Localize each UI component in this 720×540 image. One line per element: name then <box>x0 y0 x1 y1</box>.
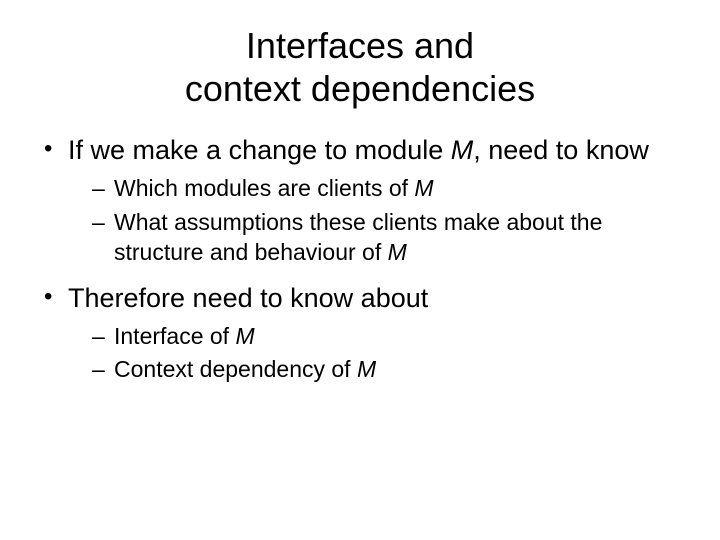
sub-item: Which modules are clients of M <box>68 174 680 204</box>
slide: Interfaces and context dependencies If w… <box>0 0 720 540</box>
sub-list: Which modules are clients of M What assu… <box>68 174 680 268</box>
bullet-item: Therefore need to know about Interface o… <box>40 282 680 386</box>
text-fragment: Which modules are clients of <box>114 175 414 201</box>
bullet-item: If we make a change to module M, need to… <box>40 134 680 267</box>
slide-title: Interfaces and context dependencies <box>40 24 680 110</box>
bullet-text: Therefore need to know about <box>68 283 428 313</box>
bullet-list: If we make a change to module M, need to… <box>40 134 680 385</box>
text-italic: M <box>357 356 376 382</box>
title-line-1: Interfaces and <box>246 25 474 66</box>
title-line-2: context dependencies <box>185 68 535 109</box>
sub-item: What assumptions these clients make abou… <box>68 208 680 268</box>
sub-list: Interface of M Context dependency of M <box>68 322 680 386</box>
text-italic: M <box>235 323 254 349</box>
bullet-text: If we make a change to module M, need to… <box>68 135 649 165</box>
text-italic: M <box>414 175 433 201</box>
sub-item: Context dependency of M <box>68 355 680 385</box>
text-italic: M <box>451 135 474 165</box>
text-fragment: If we make a change to module <box>68 135 451 165</box>
sub-item: Interface of M <box>68 322 680 352</box>
text-fragment: , need to know <box>473 135 649 165</box>
text-fragment: Context dependency of <box>114 356 357 382</box>
text-fragment: Interface of <box>114 323 235 349</box>
text-fragment: What assumptions these clients make abou… <box>114 209 602 265</box>
text-italic: M <box>388 239 407 265</box>
text-fragment: Therefore need to know about <box>68 283 428 313</box>
